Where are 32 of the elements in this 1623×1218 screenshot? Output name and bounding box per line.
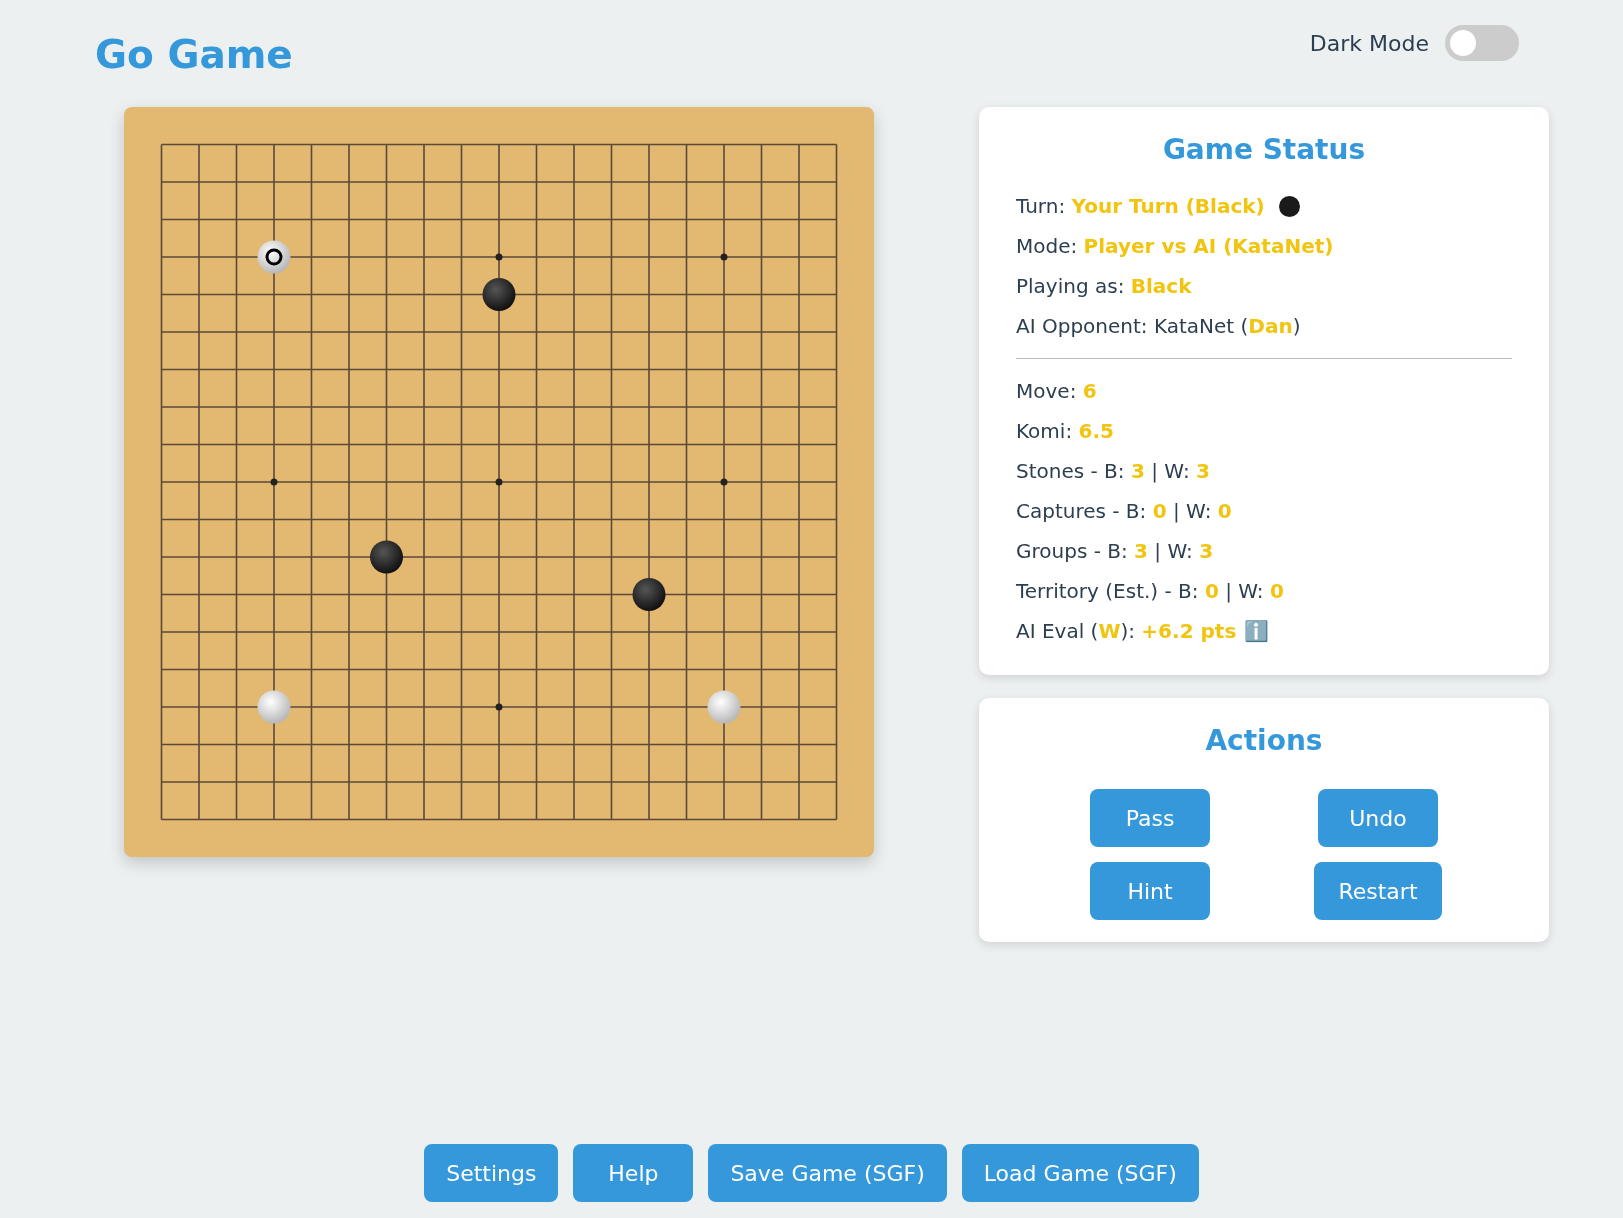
footer-button[interactable]: Help [573, 1144, 694, 1202]
action-button[interactable]: Pass [1090, 789, 1210, 847]
card-title: Game Status [1161, 133, 1367, 166]
dark-mode-label: Dark Mode [1309, 30, 1429, 56]
status-text: Groups - B: 3 | W: 3 [1016, 539, 1214, 563]
status-text: Playing as: Black [1016, 274, 1192, 298]
status-text: Komi: 6.5 [1016, 419, 1114, 443]
star-point [720, 478, 728, 486]
status-text: Territory (Est.) - B: 0 | W: 0 [1016, 579, 1284, 603]
star-point [495, 253, 503, 261]
footer-button[interactable]: Settings [424, 1144, 559, 1202]
footer-button[interactable]: Load Game (SGF) [961, 1144, 1199, 1202]
status-text: Stones - B: 3 | W: 3 [1016, 459, 1210, 483]
action-button[interactable]: Restart [1314, 862, 1442, 920]
status-text: AI Opponent: KataNet (Dan) [1016, 314, 1301, 338]
star-point [270, 478, 278, 486]
status-text: Mode: Player vs AI (KataNet) [1016, 234, 1334, 258]
dark-mode-toggle[interactable] [1445, 25, 1519, 61]
turn-text: Turn: Your Turn (Black) [1016, 194, 1265, 218]
star-point [495, 478, 503, 486]
star-point [720, 253, 728, 261]
status-text: Captures - B: 0 | W: 0 [1016, 499, 1232, 523]
star-point [495, 703, 503, 711]
footer-button[interactable]: Save Game (SGF) [708, 1144, 947, 1202]
card-title: Actions [1204, 724, 1324, 757]
go-board[interactable] [124, 107, 874, 857]
ai-eval-text: AI Eval (W): +6.2 pts [1016, 619, 1237, 643]
action-button[interactable]: Undo [1318, 789, 1438, 847]
app-title: Go Game [95, 31, 293, 77]
info-icon[interactable]: ℹ [1244, 619, 1270, 643]
status-text: Move: 6 [1016, 379, 1097, 403]
action-button[interactable]: Hint [1090, 862, 1210, 920]
